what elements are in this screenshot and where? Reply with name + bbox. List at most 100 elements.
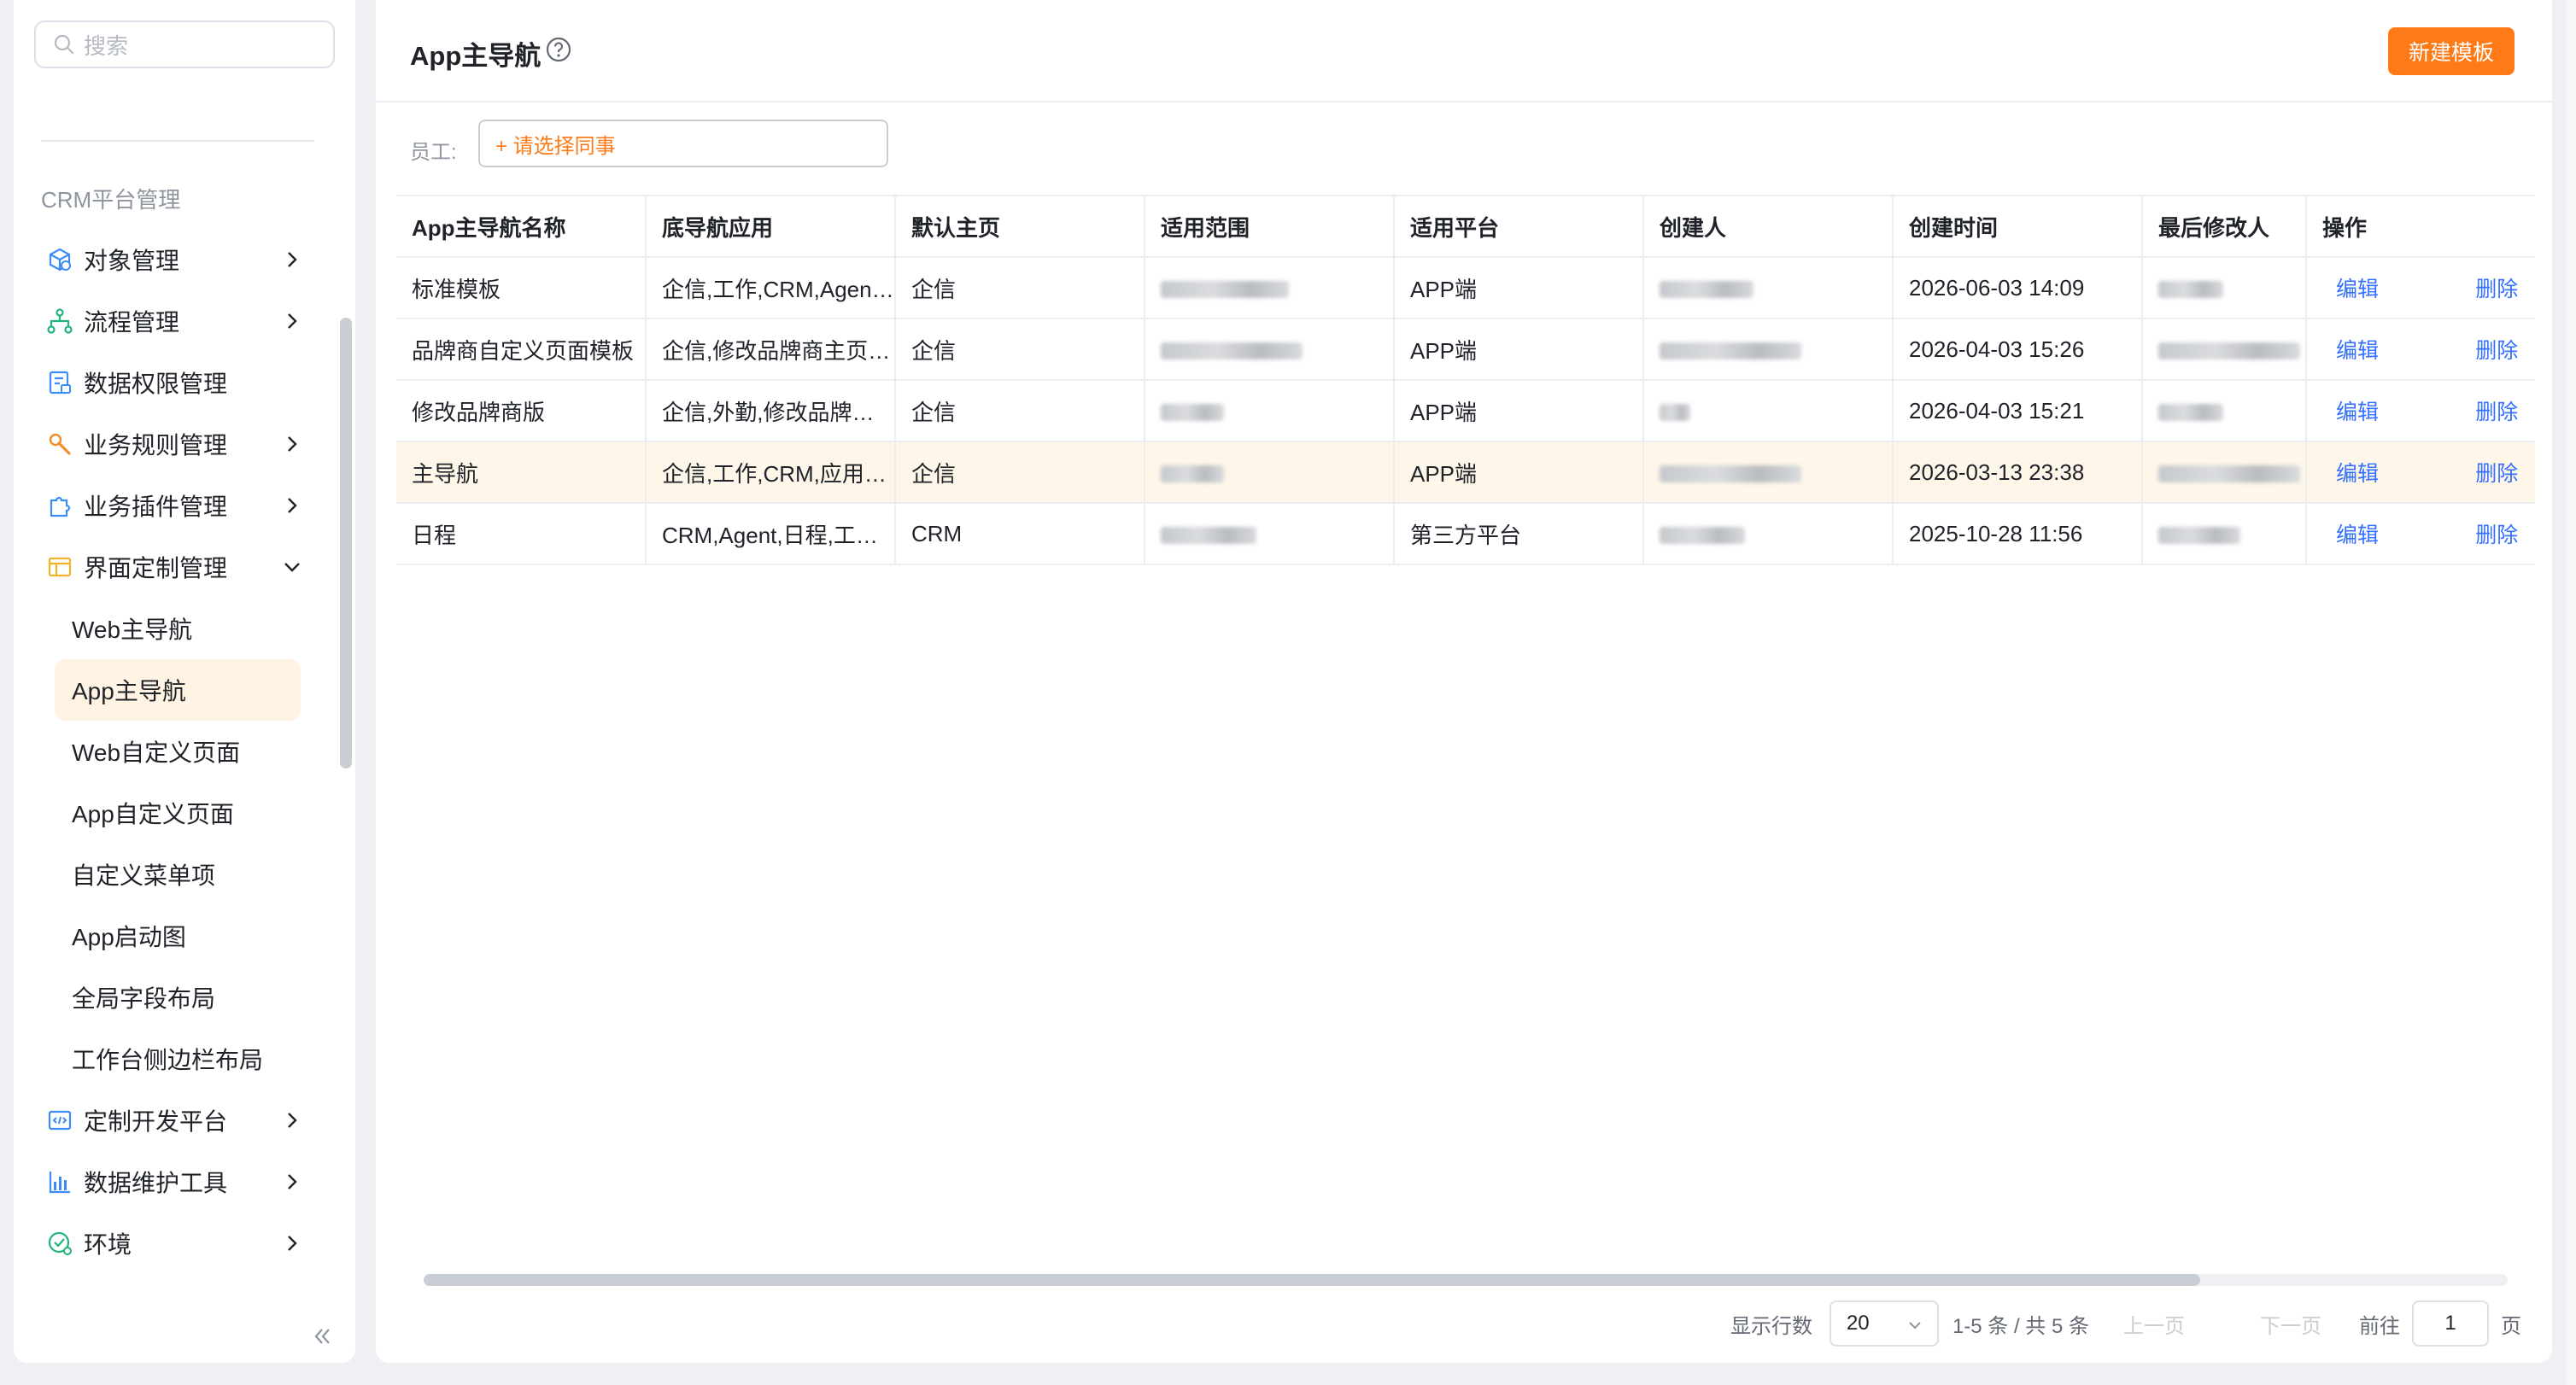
window-edge (2566, 0, 2576, 1385)
cell-scope (1145, 441, 1395, 504)
cell-actions: 编辑 删除 (2306, 503, 2535, 565)
column-header[interactable]: 底导航应用 (646, 195, 896, 258)
column-header[interactable]: App主导航名称 (396, 195, 647, 258)
edit-link[interactable]: 编辑 (2336, 395, 2379, 426)
column-header[interactable]: 最后修改人 (2142, 195, 2307, 258)
edit-link[interactable]: 编辑 (2336, 334, 2379, 365)
cell-home: 企信 (895, 441, 1145, 504)
sidebar-subitem-web-custom-page[interactable]: Web自定义页面 (14, 721, 355, 782)
redacted-text (1161, 465, 1224, 482)
redacted-text (1161, 403, 1224, 421)
edit-link[interactable]: 编辑 (2336, 272, 2379, 303)
page-size-select[interactable]: 20 (1829, 1300, 1939, 1347)
delete-link[interactable]: 删除 (2475, 334, 2518, 365)
cell-modifier (2142, 441, 2307, 504)
delete-link[interactable]: 删除 (2475, 272, 2518, 303)
sidebar-item-dev-platform[interactable]: 定制开发平台 (14, 1090, 355, 1151)
cell-apps: 企信,外勤,修改品牌商主页 (646, 380, 896, 442)
cell-platform: APP端 (1394, 380, 1644, 442)
cell-creator (1643, 380, 1894, 442)
new-template-button[interactable]: 新建模板 (2388, 27, 2515, 75)
table-row[interactable]: 修改品牌商版 企信,外勤,修改品牌商主页 企信 APP端 2026-04-03 … (396, 380, 2535, 442)
sidebar-item-process[interactable]: 流程管理 (14, 290, 355, 352)
sidebar-item-label: 业务规则管理 (84, 432, 228, 459)
chevron-right-icon (288, 252, 297, 267)
cell-creator (1643, 257, 1894, 319)
redacted-text (1660, 342, 1801, 359)
cell-modifier (2142, 318, 2307, 381)
sidebar-item-environment[interactable]: 环境 (14, 1213, 355, 1274)
employee-select[interactable]: + 请选择同事 (478, 120, 888, 167)
cell-creator (1643, 503, 1894, 565)
sidebar-item-business-rule[interactable]: 业务规则管理 (14, 413, 355, 475)
cell-apps: 企信,工作,CRM,应用中心 (646, 441, 896, 504)
cell-name: 主导航 (396, 441, 647, 504)
cell-created-time: 2026-04-03 15:26 (1893, 318, 2143, 381)
redacted-text (2158, 526, 2240, 544)
table-row[interactable]: 品牌商自定义页面模板 企信,修改品牌商主页,工作 企信 APP端 2026-04… (396, 318, 2535, 381)
table-row-hovered[interactable]: 主导航 企信,工作,CRM,应用中心 企信 APP端 2026-03-13 23… (396, 441, 2535, 504)
chevron-right-icon (288, 1113, 297, 1128)
cell-home: 企信 (895, 257, 1145, 319)
chevron-right-icon (288, 498, 297, 513)
column-header[interactable]: 适用平台 (1394, 195, 1644, 258)
column-header[interactable]: 创建时间 (1893, 195, 2143, 258)
code-icon (48, 1110, 72, 1131)
sidebar-subitem-workbench-sidebar[interactable]: 工作台侧边栏布局 (14, 1028, 355, 1090)
redacted-text (2158, 403, 2223, 421)
delete-link[interactable]: 删除 (2475, 518, 2518, 549)
column-header[interactable]: 默认主页 (895, 195, 1145, 258)
collapse-sidebar-icon[interactable] (309, 1324, 335, 1349)
cell-name: 日程 (396, 503, 647, 565)
sidebar-item-ui-customization[interactable]: 界面定制管理 (14, 536, 355, 598)
cell-actions: 编辑 删除 (2306, 257, 2535, 319)
sidebar-subitem-custom-menu[interactable]: 自定义菜单项 (14, 844, 355, 905)
sidebar-subitem-web-nav[interactable]: Web主导航 (14, 598, 355, 659)
sidebar-group-title: CRM平台管理 (41, 187, 181, 213)
table-row[interactable]: 日程 CRM,Agent,日程,工作台 CRM 第三方平台 2025-10-28… (396, 503, 2535, 565)
horizontal-scrollbar[interactable] (424, 1274, 2508, 1286)
edit-link[interactable]: 编辑 (2336, 518, 2379, 549)
cell-created-time: 2025-10-28 11:56 (1893, 503, 2143, 565)
puzzle-icon (50, 496, 71, 517)
environment-icon (48, 1231, 72, 1255)
sidebar-item-object[interactable]: 对象管理 (14, 229, 355, 290)
edit-link[interactable]: 编辑 (2336, 457, 2379, 488)
sidebar-subitem-global-field-layout[interactable]: 全局字段布局 (14, 967, 355, 1028)
column-header[interactable]: 创建人 (1643, 195, 1894, 258)
scrollbar-thumb[interactable] (424, 1274, 2200, 1286)
pagination: 显示行数 20 1-5 条 / 共 5 条 上一页 下一页 前往 1 页 (1730, 1300, 2521, 1347)
sidebar-item-business-plugin[interactable]: 业务插件管理 (14, 475, 355, 536)
prev-page-button[interactable]: 上一页 (2123, 1309, 2185, 1339)
employee-filter-label: 员工: (410, 141, 457, 164)
chevron-right-icon (288, 1236, 297, 1251)
search-input[interactable]: 搜索 (34, 20, 335, 68)
table-row[interactable]: 标准模板 企信,工作,CRM,Agent,日程 企信 APP端 2026-06-… (396, 257, 2535, 319)
sidebar-item-label: 业务插件管理 (84, 494, 228, 520)
redacted-text (2158, 342, 2300, 359)
column-header[interactable]: 适用范围 (1145, 195, 1395, 258)
cell-scope (1145, 380, 1395, 442)
sidebar-item-data-permission[interactable]: 数据权限管理 (14, 352, 355, 413)
sidebar-item-label: 界面定制管理 (84, 555, 228, 581)
next-page-button[interactable]: 下一页 (2260, 1309, 2321, 1339)
flow-icon (47, 308, 73, 334)
sidebar-divider (41, 140, 314, 142)
sidebar-subitem-app-splash[interactable]: App启动图 (14, 905, 355, 967)
cell-modifier (2142, 380, 2307, 442)
sidebar-item-label: 环境 (84, 1231, 132, 1258)
sidebar-subitem-app-nav[interactable]: App主导航 (55, 659, 301, 721)
page-number-input[interactable]: 1 (2412, 1300, 2489, 1347)
redacted-text (1660, 465, 1801, 482)
delete-link[interactable]: 删除 (2475, 395, 2518, 426)
cell-modifier (2142, 257, 2307, 319)
cell-actions: 编辑 删除 (2306, 380, 2535, 442)
sidebar-item-label: 数据维护工具 (84, 1170, 228, 1196)
chevron-right-icon (288, 313, 297, 329)
delete-link[interactable]: 删除 (2475, 457, 2518, 488)
sidebar-subitem-app-custom-page[interactable]: App自定义页面 (14, 782, 355, 844)
sidebar-scrollbar[interactable] (340, 318, 352, 768)
redacted-text (1660, 526, 1745, 544)
sidebar-item-data-tools[interactable]: 数据维护工具 (14, 1151, 355, 1213)
help-icon[interactable] (545, 36, 572, 63)
